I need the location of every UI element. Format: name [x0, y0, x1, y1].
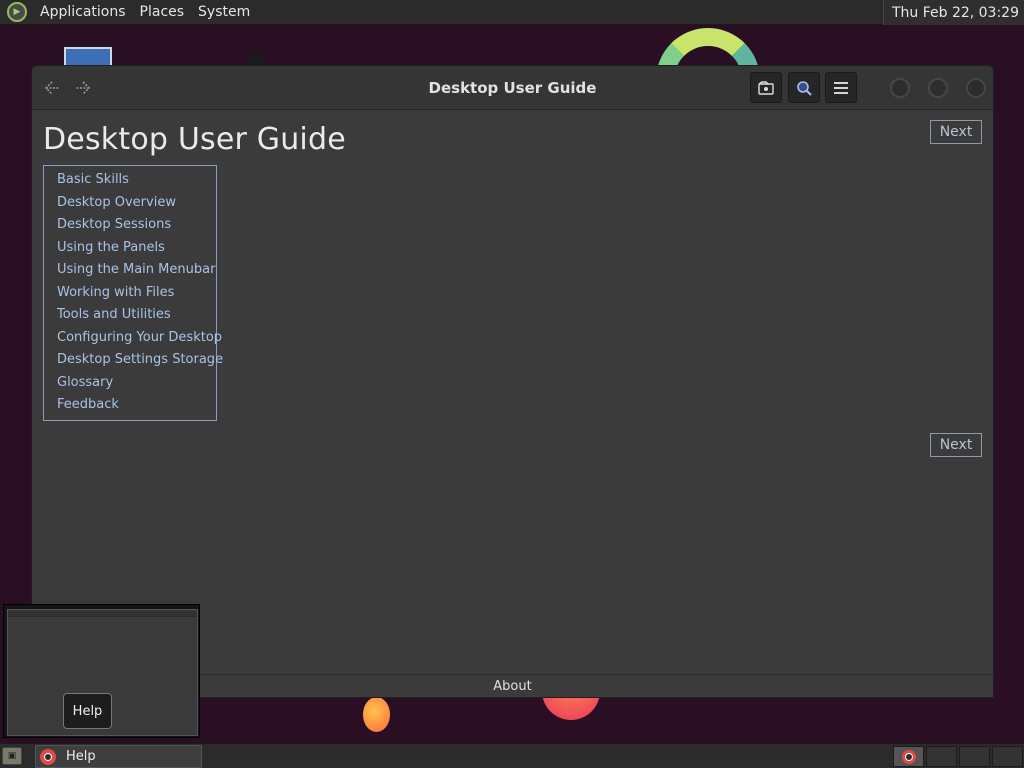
hamburger-menu-icon: [834, 81, 848, 94]
bottom-panel: ▣ Help: [0, 743, 1024, 768]
workspace-2[interactable]: [926, 746, 957, 767]
menu-applications[interactable]: Applications: [33, 4, 133, 20]
workspace-3[interactable]: [959, 746, 990, 767]
toc-link-desktop-sessions[interactable]: Desktop Sessions: [57, 214, 216, 237]
search-icon: [797, 80, 812, 96]
search-button[interactable]: [788, 72, 820, 103]
thumbnail-titlebar: [8, 610, 197, 617]
window-preview: Help: [3, 604, 200, 738]
desktop-decoration: [248, 50, 264, 66]
lifebuoy-icon: [901, 749, 916, 764]
bookmarks-button[interactable]: [750, 72, 782, 103]
toc-link-working-files[interactable]: Working with Files: [57, 282, 216, 305]
table-of-contents: Basic Skills Desktop Overview Desktop Se…: [43, 165, 223, 421]
toc-link-settings-storage[interactable]: Desktop Settings Storage: [57, 349, 223, 372]
top-panel: ▶ Applications Places System Thu Feb 22,…: [0, 0, 1024, 25]
help-content: Desktop User Guide Next Basic Skills Des…: [32, 110, 993, 676]
toc-link-desktop-overview[interactable]: Desktop Overview: [57, 192, 216, 215]
menu-places[interactable]: Places: [133, 4, 192, 20]
taskbar-item-help[interactable]: Help: [35, 745, 202, 768]
minimize-button[interactable]: [890, 78, 910, 98]
bookmark-icon: [758, 80, 774, 95]
next-button-bottom[interactable]: Next: [930, 433, 982, 457]
toc-link-feedback[interactable]: Feedback: [57, 394, 216, 417]
lifebuoy-icon: [40, 748, 56, 765]
taskbar-item-label: Help: [66, 749, 96, 764]
maximize-button[interactable]: [928, 78, 948, 98]
close-button[interactable]: [966, 78, 986, 98]
toc-link-basic-skills[interactable]: Basic Skills: [57, 169, 216, 192]
toc-link-using-panels[interactable]: Using the Panels: [57, 237, 216, 260]
menu-system[interactable]: System: [191, 4, 257, 20]
next-button-top[interactable]: Next: [930, 120, 982, 144]
toc-link-main-menubar[interactable]: Using the Main Menubar: [57, 259, 216, 282]
wallpaper-dot: [363, 697, 390, 732]
page-title: Desktop User Guide: [43, 122, 346, 157]
toc-link-glossary[interactable]: Glossary: [57, 372, 216, 395]
header-bar: Desktop User Guide: [32, 66, 993, 110]
workspace-4[interactable]: [992, 746, 1023, 767]
toc-link-tools-utilities[interactable]: Tools and Utilities: [57, 304, 216, 327]
show-desktop-icon[interactable]: ▣: [2, 747, 22, 765]
menu-button[interactable]: [825, 72, 857, 103]
toc-link-configuring-desktop[interactable]: Configuring Your Desktop: [57, 327, 222, 350]
distro-logo-icon[interactable]: ▶: [7, 2, 27, 22]
preview-tooltip: Help: [63, 693, 112, 729]
clock[interactable]: Thu Feb 22, 03:29: [882, 0, 1024, 25]
workspace-1[interactable]: [893, 746, 924, 767]
